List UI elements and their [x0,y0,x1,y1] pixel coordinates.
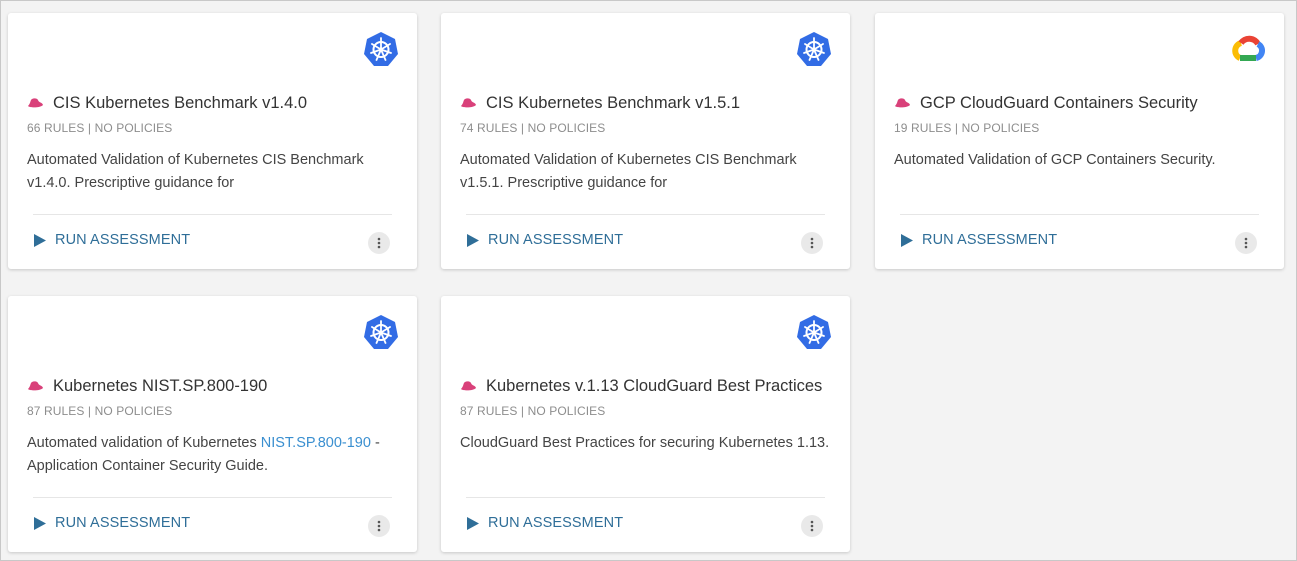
run-assessment-button[interactable]: RUN ASSESSMENT [466,232,623,248]
run-assessment-label: RUN ASSESSMENT [922,232,1058,248]
play-icon [34,233,46,247]
run-assessment-label: RUN ASSESSMENT [488,232,624,248]
description-text: Automated Validation of Kubernetes CIS B… [460,152,797,191]
vertical-dots-icon [810,237,814,249]
more-options-button[interactable] [1235,232,1257,254]
play-icon [467,516,479,530]
vertical-dots-icon [377,237,381,249]
rulesets-grid: CIS Kubernetes Benchmark v1.4.0 66 RULES… [0,0,1297,561]
redhat-icon [28,381,43,391]
card-title[interactable]: CIS Kubernetes Benchmark v1.4.0 [53,94,307,113]
card-title[interactable]: Kubernetes NIST.SP.800-190 [53,377,267,396]
more-options-button[interactable] [801,515,823,537]
divider [466,497,825,498]
card-title[interactable]: CIS Kubernetes Benchmark v1.5.1 [486,94,740,113]
rules-count: 87 RULES | NO POLICIES [460,404,606,418]
kubernetes-icon [364,32,398,66]
description-text: Automated Validation of Kubernetes CIS B… [27,152,364,191]
ruleset-card[interactable]: Kubernetes v.1.13 CloudGuard Best Practi… [441,296,850,552]
divider [33,497,392,498]
more-options-button[interactable] [801,232,823,254]
card-title[interactable]: GCP CloudGuard Containers Security [920,94,1198,113]
run-assessment-label: RUN ASSESSMENT [488,515,624,531]
run-assessment-label: RUN ASSESSMENT [55,232,191,248]
run-assessment-button[interactable]: RUN ASSESSMENT [900,232,1057,248]
play-icon [467,233,479,247]
card-title[interactable]: Kubernetes v.1.13 CloudGuard Best Practi… [486,377,822,396]
divider [33,214,392,215]
card-description: CloudGuard Best Practices for securing K… [460,432,832,477]
kubernetes-icon [797,315,831,349]
rules-count: 74 RULES | NO POLICIES [460,121,606,135]
card-description: Automated validation of Kubernetes NIST.… [27,432,399,477]
ruleset-card[interactable]: CIS Kubernetes Benchmark v1.4.0 66 RULES… [8,13,417,269]
vertical-dots-icon [810,520,814,532]
redhat-icon [461,381,476,391]
description-text: Automated Validation of GCP Containers S… [894,152,1216,168]
ruleset-card[interactable]: GCP CloudGuard Containers Security 19 RU… [875,13,1284,269]
run-assessment-label: RUN ASSESSMENT [55,515,191,531]
nist-link[interactable]: NIST.SP.800-190 [261,435,371,451]
rules-count: 66 RULES | NO POLICIES [27,121,173,135]
card-description: Automated Validation of Kubernetes CIS B… [460,149,832,194]
play-icon [901,233,913,247]
divider [900,214,1259,215]
description-text: Automated validation of Kubernetes [27,435,261,451]
card-description: Automated Validation of GCP Containers S… [894,149,1266,194]
more-options-button[interactable] [368,515,390,537]
redhat-icon [28,98,43,108]
more-options-button[interactable] [368,232,390,254]
ruleset-card[interactable]: CIS Kubernetes Benchmark v1.5.1 74 RULES… [441,13,850,269]
run-assessment-button[interactable]: RUN ASSESSMENT [33,232,190,248]
divider [466,214,825,215]
description-text: CloudGuard Best Practices for securing K… [460,435,830,451]
ruleset-card[interactable]: Kubernetes NIST.SP.800-190 87 RULES | NO… [8,296,417,552]
run-assessment-button[interactable]: RUN ASSESSMENT [466,515,623,531]
play-icon [34,516,46,530]
run-assessment-button[interactable]: RUN ASSESSMENT [33,515,190,531]
redhat-icon [461,98,476,108]
redhat-icon [895,98,910,108]
vertical-dots-icon [377,520,381,532]
google-cloud-icon [1232,35,1265,61]
rules-count: 87 RULES | NO POLICIES [27,404,173,418]
kubernetes-icon [797,32,831,66]
rules-count: 19 RULES | NO POLICIES [894,121,1040,135]
vertical-dots-icon [1244,237,1248,249]
card-description: Automated Validation of Kubernetes CIS B… [27,149,399,194]
kubernetes-icon [364,315,398,349]
